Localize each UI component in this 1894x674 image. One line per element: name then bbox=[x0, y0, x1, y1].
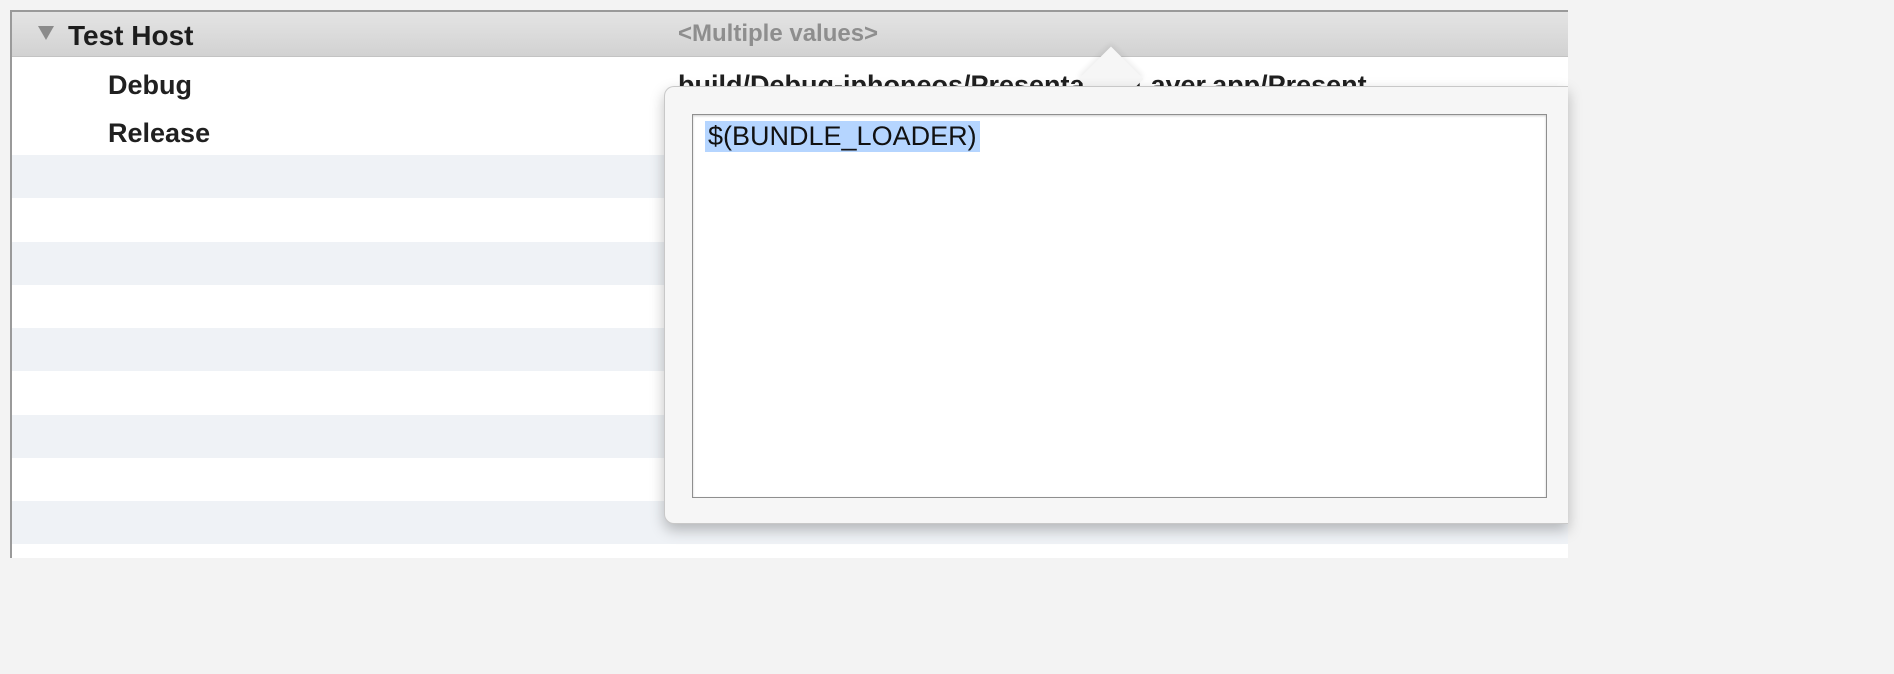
group-value[interactable]: <Multiple values> bbox=[678, 20, 878, 48]
row-label-release: Release bbox=[108, 118, 211, 148]
disclosure-triangle-expanded-icon[interactable] bbox=[38, 26, 54, 40]
value-editor-textarea[interactable]: $(BUNDLE_LOADER) bbox=[692, 114, 1547, 498]
test-host-group-row[interactable]: Test Host <Multiple values> bbox=[12, 12, 1568, 57]
row-label-debug: Debug bbox=[108, 70, 192, 100]
group-title: Test Host bbox=[68, 20, 194, 51]
editor-selected-text[interactable]: $(BUNDLE_LOADER) bbox=[705, 121, 980, 152]
